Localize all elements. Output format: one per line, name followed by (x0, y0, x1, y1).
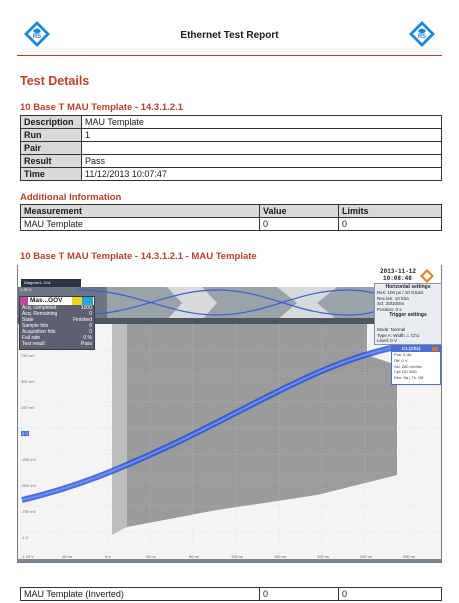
inverted-table: MAU Template (Inverted) 0 0 (20, 587, 442, 601)
channel-info-title: C1 (Ch1) (402, 346, 421, 351)
time-label: 10:08:48 (383, 275, 412, 282)
mask-test-title: Mas...OOV (30, 297, 63, 304)
value-cell: 0 (259, 587, 339, 601)
y-axis-label: 0 V (21, 431, 30, 436)
additional-heading: Additional Information (20, 192, 122, 203)
table-row: Description MAU Template (20, 115, 442, 129)
y-axis-label: -1 V (21, 535, 29, 540)
additional-table: Measurement Value Limits MAU Template 0 … (20, 204, 442, 231)
x-axis-label: 160 ns (274, 554, 287, 559)
x-axis-label: -40 ns (61, 554, 73, 559)
x-axis-label: 120 ns (231, 554, 244, 559)
measurement-cell: MAU Template (Inverted) (20, 587, 260, 601)
row-key: Run (20, 128, 82, 142)
row-value: MAU Template (81, 115, 442, 129)
trigger-settings-title: Trigger settings (389, 312, 427, 318)
row-key: Result (20, 154, 82, 168)
y-axis-label: -1.25 V (21, 554, 34, 559)
channel-close-icon[interactable] (432, 347, 438, 351)
top-y-label: 1.25 V (20, 287, 32, 292)
column-header: Value (259, 204, 339, 218)
date-label: 2013-11-12 (380, 268, 417, 275)
y-axis-label: 250 mV (21, 405, 35, 410)
scope-logo-icon (420, 269, 434, 283)
x-axis-label: 200 ns (317, 554, 330, 559)
table-row: Run 1 (20, 128, 442, 142)
table-row: MAU Template (Inverted) 0 0 (20, 587, 442, 601)
screenshot-heading: 10 Base T MAU Template - 14.3.1.2.1 - MA… (20, 251, 257, 262)
table-row: MAU Template 0 0 (20, 217, 442, 231)
channel-info-panel: C1 (Ch1) Pos: 0 div Off: 0 V Scl: 250 mV… (391, 345, 441, 385)
row-key: Description (20, 115, 82, 129)
svg-text:RS: RS (418, 34, 426, 40)
channel-line: Dec: Sa | Tk: Off (394, 375, 424, 381)
report-title: Ethernet Test Report (180, 30, 279, 41)
trigger-settings-panel: Mode: Normal Type A: Width ⊥ Ch1 Level: … (374, 327, 442, 345)
oscilloscope-screenshot: Diagram1: Ch1 2013-11-12 10:08:48 Horizo… (17, 265, 442, 563)
horizontal-settings-panel: Horizontal settings Res: 100 ps / 10 GSa… (374, 283, 442, 329)
row-value (81, 141, 442, 155)
column-header: Measurement (20, 204, 260, 218)
x-axis-label: 240 ns (360, 554, 373, 559)
measurement-cell: MAU Template (20, 217, 260, 231)
test-details-table: Description MAU Template Run 1 Pair Resu… (20, 115, 442, 181)
y-axis-label: 500 mV (21, 379, 35, 384)
mask-row: Test result Pass (22, 341, 92, 347)
table-row: Pair (20, 141, 442, 155)
x-axis-label: 80 ns (189, 554, 199, 559)
minimize-button[interactable] (72, 297, 82, 305)
test-heading: 10 Base T MAU Template - 14.3.1.2.1 (20, 102, 183, 113)
table-row: Time 11/12/2013 10:07:47 (20, 167, 442, 181)
y-axis-label: -750 mV (21, 509, 37, 514)
trigger-line: Level: 0 V (377, 338, 398, 343)
table-row: Result Pass (20, 154, 442, 168)
y-axis-label: -250 mV (21, 457, 37, 462)
section-title: Test Details (20, 74, 90, 88)
value-cell: 0 (259, 217, 339, 231)
diagram-label-bar: Diagram1: Ch1 (21, 279, 81, 287)
row-value: 1 (81, 128, 442, 142)
y-axis-label: 1.25 V (21, 327, 33, 332)
mask-test-panel: Mas...OOV Acq. completed 1000 Acq. Remain… (19, 296, 95, 350)
channel-info-header: C1 (Ch1) (392, 346, 440, 352)
row-key: Time (20, 167, 82, 181)
y-axis-label: 750 mV (21, 353, 35, 358)
table-header-row: Measurement Value Limits (20, 204, 442, 218)
mask-test-header: Mas...OOV (20, 297, 94, 305)
rohde-schwarz-logo-right: RS (409, 21, 435, 47)
x-axis-label: 40 ns (146, 554, 156, 559)
x-axis-label: 280 ns (403, 554, 416, 559)
limits-cell: 0 (338, 587, 442, 601)
magnifier-icon[interactable] (20, 297, 28, 305)
header-divider (17, 55, 442, 56)
x-axis-label: 0 s (105, 554, 111, 559)
column-header: Limits (338, 204, 442, 218)
diagram-label: Diagram1: Ch1 (24, 280, 51, 285)
y-axis-label: -500 mV (21, 483, 37, 488)
limits-cell: 0 (338, 217, 442, 231)
row-value: Pass (81, 154, 442, 168)
row-key: Pair (20, 141, 82, 155)
close-button[interactable] (82, 297, 93, 305)
row-value: 11/12/2013 10:07:47 (81, 167, 442, 181)
